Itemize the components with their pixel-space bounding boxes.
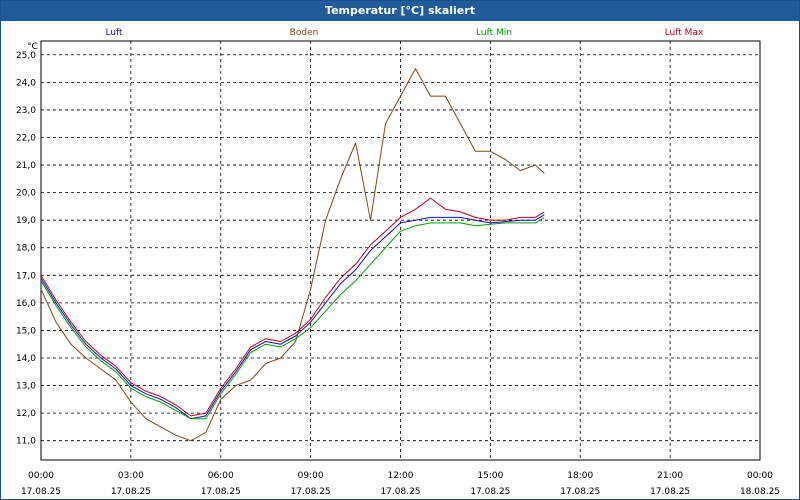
x-tick-date: 17.08.25 — [560, 487, 600, 497]
x-tick-time: 12:00 — [388, 471, 414, 481]
x-tick-time: 15:00 — [477, 471, 503, 481]
x-tick-time: 09:00 — [298, 471, 324, 481]
x-tick-date: 17.08.25 — [380, 487, 420, 497]
x-tick-date: 17.08.25 — [650, 487, 690, 497]
y-tick-label: 16,0 — [16, 299, 36, 309]
grid — [41, 41, 760, 460]
temperature-chart: Luft Boden Luft Min Luft Max °C 11,012,013,… — [16, 28, 780, 497]
y-tick-label: 23,0 — [16, 106, 36, 116]
x-tick-time: 21:00 — [657, 471, 683, 481]
y-tick-label: 25,0 — [16, 51, 36, 61]
y-tick-label: 21,0 — [16, 161, 36, 171]
legend-entry: Boden — [290, 28, 319, 38]
y-tick-label: 14,0 — [16, 354, 36, 364]
series-lines — [40, 68, 545, 442]
series-line-1 — [40, 68, 545, 442]
x-tick-time: 06:00 — [208, 471, 234, 481]
x-tick-time: 00:00 — [747, 471, 773, 481]
y-tick-label: 22,0 — [16, 133, 36, 143]
y-tick-label: 19,0 — [16, 216, 36, 226]
y-tick-label: 11,0 — [16, 437, 36, 447]
legend: Luft Boden Luft Min Luft Max — [105, 28, 704, 38]
x-tick-date: 17.08.25 — [201, 487, 241, 497]
x-tick-date: 17.08.25 — [470, 487, 510, 497]
legend-entry: Luft Max — [665, 28, 704, 38]
x-tick-time: 03:00 — [118, 471, 144, 481]
legend-entry: Luft — [105, 28, 123, 38]
y-tick-label: 12,0 — [16, 409, 36, 419]
y-tick-label: 18,0 — [16, 244, 36, 254]
x-tick-date: 17.08.25 — [111, 487, 151, 497]
x-tick-labels: 00:00 17.08.25 03:00 17.08.25 06:00 17.08.25 0… — [21, 471, 780, 497]
x-tick-date: 17.08.25 — [291, 487, 331, 497]
x-tick-time: 18:00 — [567, 471, 593, 481]
chart-window: Temperatur [°C] skaliert Luft Boden Luft M… — [0, 0, 800, 500]
x-tick-date: 17.08.25 — [21, 487, 61, 497]
x-tick-date: 18.08.25 — [740, 487, 780, 497]
series-line-3 — [40, 197, 545, 417]
y-tick-label: 20,0 — [16, 189, 36, 199]
legend-entry: Luft Min — [476, 28, 512, 38]
y-tick-label: 15,0 — [16, 326, 36, 336]
y-tick-label: 17,0 — [16, 271, 36, 281]
y-tick-labels: 11,0 12,0 13,0 14,0 15,0 16,0 17,0 18,0 19,0 20,0… — [16, 51, 36, 447]
y-tick-label: 13,0 — [16, 382, 36, 392]
series-line-0 — [40, 214, 545, 420]
x-tick-time: 00:00 — [28, 471, 54, 481]
y-tick-label: 24,0 — [16, 78, 36, 88]
